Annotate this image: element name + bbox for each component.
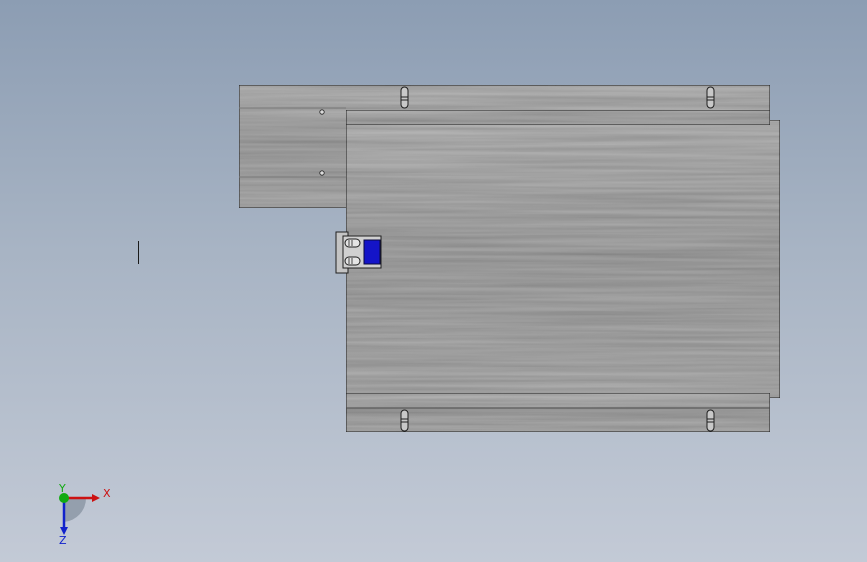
- slot-fastener: [400, 86, 409, 109]
- z-axis-label: Z: [59, 534, 67, 547]
- slot-fastener: [400, 409, 409, 432]
- slot-fastener: [706, 409, 715, 432]
- slot-fastener: [706, 86, 715, 109]
- mount-hole: [319, 109, 325, 115]
- graphics-viewport[interactable]: X Y Z: [0, 0, 867, 562]
- orientation-triad[interactable]: X Y Z: [40, 478, 130, 548]
- x-axis-label: X: [103, 487, 111, 500]
- top-rail[interactable]: [345, 109, 771, 126]
- bottom-rail[interactable]: [345, 392, 771, 433]
- mount-hole: [319, 170, 325, 176]
- connector-latch[interactable]: [335, 231, 382, 274]
- sheet-metal-model[interactable]: [0, 0, 867, 562]
- text-cursor: [138, 241, 139, 264]
- connector-block[interactable]: [363, 239, 381, 265]
- y-axis-label: Y: [58, 482, 66, 495]
- main-panel[interactable]: [345, 119, 781, 399]
